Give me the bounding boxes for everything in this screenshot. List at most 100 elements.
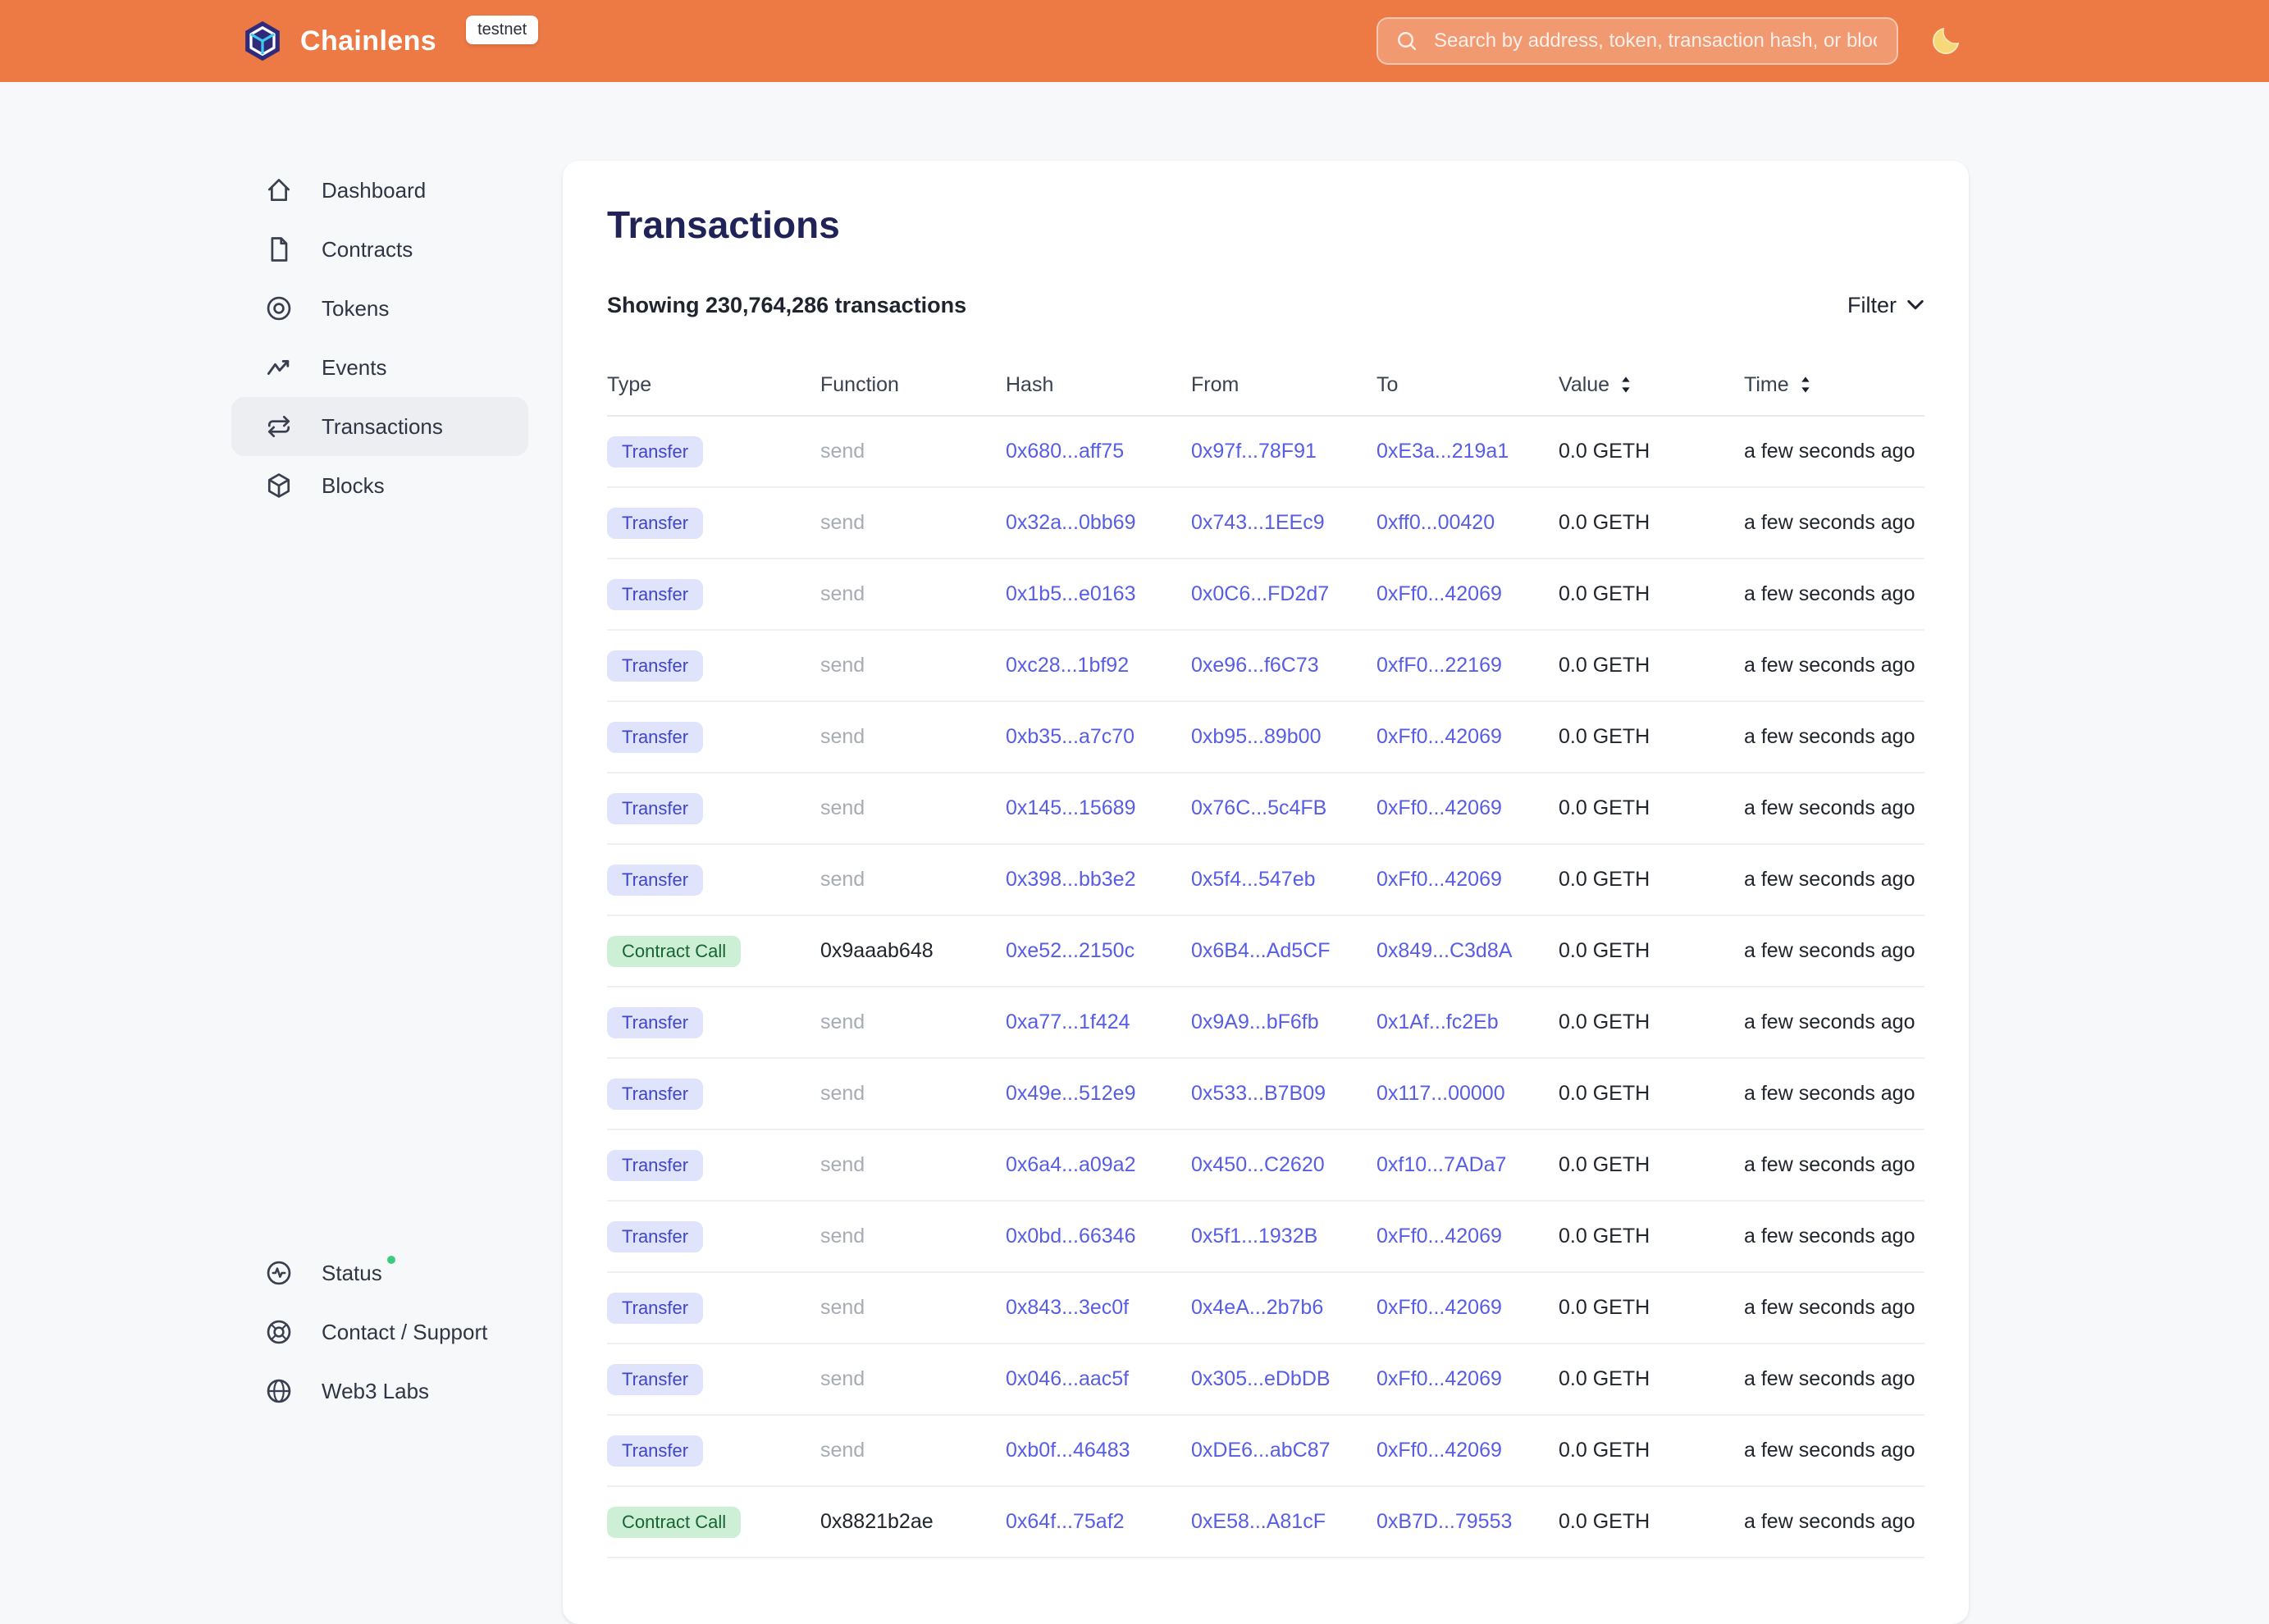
table-row: Transfersend0xb0f...464830xDE6...abC870x… bbox=[607, 1416, 1924, 1487]
type-badge: Transfer bbox=[607, 1364, 703, 1395]
value-cell: 0.0 GETH bbox=[1559, 796, 1744, 820]
value-cell: 0.0 GETH bbox=[1559, 1225, 1744, 1248]
hash-link[interactable]: 0x0bd...66346 bbox=[1006, 1225, 1135, 1248]
sidebar-item-label: Contact / Support bbox=[322, 1320, 487, 1345]
table-row: Contract Call0x9aaab6480xe52...2150c0x6B… bbox=[607, 916, 1924, 988]
from-link[interactable]: 0x0C6...FD2d7 bbox=[1191, 582, 1329, 605]
function-cell: 0x8821b2ae bbox=[820, 1510, 1006, 1534]
type-badge: Transfer bbox=[607, 1435, 703, 1467]
support-icon bbox=[264, 1317, 294, 1347]
from-link[interactable]: 0x450...C2620 bbox=[1191, 1153, 1325, 1176]
hash-link[interactable]: 0xa77...1f424 bbox=[1006, 1010, 1130, 1033]
from-link[interactable]: 0x5f1...1932B bbox=[1191, 1225, 1317, 1248]
to-link[interactable]: 0xFf0...42069 bbox=[1376, 1367, 1502, 1390]
function-cell: send bbox=[820, 440, 1006, 463]
from-link[interactable]: 0x743...1EEc9 bbox=[1191, 511, 1325, 534]
column-header-label: From bbox=[1191, 373, 1239, 397]
from-link[interactable]: 0x6B4...Ad5CF bbox=[1191, 939, 1331, 962]
sidebar-item-label: Events bbox=[322, 355, 387, 381]
sidebar-item-status[interactable]: Status bbox=[231, 1243, 528, 1302]
from-link[interactable]: 0x76C...5c4FB bbox=[1191, 796, 1326, 819]
from-link[interactable]: 0xe96...f6C73 bbox=[1191, 654, 1319, 677]
from-link[interactable]: 0x533...B7B09 bbox=[1191, 1082, 1326, 1105]
hash-link[interactable]: 0xb35...a7c70 bbox=[1006, 725, 1134, 748]
hash-link[interactable]: 0x398...bb3e2 bbox=[1006, 868, 1135, 891]
hash-link[interactable]: 0x843...3ec0f bbox=[1006, 1296, 1129, 1319]
transactions-icon bbox=[264, 412, 294, 441]
column-header-value[interactable]: Value bbox=[1559, 373, 1744, 397]
from-link[interactable]: 0xDE6...abC87 bbox=[1191, 1439, 1331, 1462]
sidebar-item-tokens[interactable]: Tokens bbox=[231, 279, 528, 338]
sidebar-item-events[interactable]: Events bbox=[231, 338, 528, 397]
to-link[interactable]: 0xFf0...42069 bbox=[1376, 1439, 1502, 1462]
function-cell: send bbox=[820, 654, 1006, 677]
sidebar-item-web3-labs[interactable]: Web3 Labs bbox=[231, 1362, 528, 1421]
time-cell: a few seconds ago bbox=[1744, 868, 1924, 892]
value-cell: 0.0 GETH bbox=[1559, 868, 1744, 892]
sort-icon bbox=[1618, 375, 1634, 395]
brand[interactable]: Chainlens testnet bbox=[240, 18, 538, 64]
from-link[interactable]: 0x9A9...bF6fb bbox=[1191, 1010, 1319, 1033]
theme-toggle-button[interactable] bbox=[1924, 20, 1967, 62]
search-input[interactable] bbox=[1431, 28, 1880, 54]
function-cell: send bbox=[820, 1082, 1006, 1106]
column-header-label: Time bbox=[1744, 373, 1789, 397]
hash-link[interactable]: 0xc28...1bf92 bbox=[1006, 654, 1129, 677]
table-row: Transfersend0x843...3ec0f0x4eA...2b7b60x… bbox=[607, 1273, 1924, 1344]
hash-link[interactable]: 0x64f...75af2 bbox=[1006, 1510, 1125, 1533]
function-cell: send bbox=[820, 868, 1006, 892]
hash-link[interactable]: 0x046...aac5f bbox=[1006, 1367, 1129, 1390]
to-link[interactable]: 0xFf0...42069 bbox=[1376, 796, 1502, 819]
sidebar-item-blocks[interactable]: Blocks bbox=[231, 456, 528, 515]
hash-link[interactable]: 0xe52...2150c bbox=[1006, 939, 1134, 962]
to-link[interactable]: 0x117...00000 bbox=[1376, 1082, 1505, 1105]
to-link[interactable]: 0xFf0...42069 bbox=[1376, 1296, 1502, 1319]
type-badge: Transfer bbox=[607, 1079, 703, 1110]
to-link[interactable]: 0xE3a...219a1 bbox=[1376, 440, 1509, 463]
search-bar[interactable] bbox=[1376, 17, 1898, 65]
from-link[interactable]: 0x305...eDbDB bbox=[1191, 1367, 1331, 1390]
to-link[interactable]: 0x1Af...fc2Eb bbox=[1376, 1010, 1499, 1033]
from-link[interactable]: 0xE58...A81cF bbox=[1191, 1510, 1326, 1533]
to-link[interactable]: 0xfF0...22169 bbox=[1376, 654, 1502, 677]
to-link[interactable]: 0x849...C3d8A bbox=[1376, 939, 1512, 962]
sidebar-item-contact-support[interactable]: Contact / Support bbox=[231, 1302, 528, 1362]
table-row: Transfersend0x680...aff750x97f...78F910x… bbox=[607, 417, 1924, 488]
sidebar-item-contracts[interactable]: Contracts bbox=[231, 220, 528, 279]
to-link[interactable]: 0xFf0...42069 bbox=[1376, 725, 1502, 748]
hash-link[interactable]: 0xb0f...46483 bbox=[1006, 1439, 1130, 1462]
hash-link[interactable]: 0x1b5...e0163 bbox=[1006, 582, 1135, 605]
sidebar: DashboardContracts Tokens Events Transactio… bbox=[231, 82, 528, 1576]
sidebar-item-label: Tokens bbox=[322, 296, 389, 322]
contract-icon bbox=[264, 235, 294, 264]
hash-link[interactable]: 0x32a...0bb69 bbox=[1006, 511, 1135, 534]
hash-link[interactable]: 0x49e...512e9 bbox=[1006, 1082, 1135, 1105]
from-link[interactable]: 0x5f4...547eb bbox=[1191, 868, 1316, 891]
hash-link[interactable]: 0x680...aff75 bbox=[1006, 440, 1124, 463]
table-row: Transfersend0x1b5...e01630x0C6...FD2d70x… bbox=[607, 559, 1924, 631]
moon-icon bbox=[1928, 23, 1964, 59]
time-cell: a few seconds ago bbox=[1744, 1010, 1924, 1034]
hash-link[interactable]: 0x145...15689 bbox=[1006, 796, 1135, 819]
column-header-time[interactable]: Time bbox=[1744, 373, 1924, 397]
time-cell: a few seconds ago bbox=[1744, 796, 1924, 820]
to-link[interactable]: 0xff0...00420 bbox=[1376, 511, 1495, 534]
to-link[interactable]: 0xB7D...79553 bbox=[1376, 1510, 1512, 1533]
type-badge: Transfer bbox=[607, 722, 703, 753]
filter-button[interactable]: Filter bbox=[1847, 293, 1924, 318]
from-link[interactable]: 0xb95...89b00 bbox=[1191, 725, 1321, 748]
sidebar-item-transactions[interactable]: Transactions bbox=[231, 397, 528, 456]
chevron-down-icon bbox=[1906, 299, 1924, 312]
function-cell: send bbox=[820, 1225, 1006, 1248]
to-link[interactable]: 0xFf0...42069 bbox=[1376, 582, 1502, 605]
hash-link[interactable]: 0x6a4...a09a2 bbox=[1006, 1153, 1135, 1176]
from-link[interactable]: 0x4eA...2b7b6 bbox=[1191, 1296, 1323, 1319]
to-link[interactable]: 0xf10...7ADa7 bbox=[1376, 1153, 1506, 1176]
to-link[interactable]: 0xFf0...42069 bbox=[1376, 1225, 1502, 1248]
from-link[interactable]: 0x97f...78F91 bbox=[1191, 440, 1317, 463]
transactions-card: Transactions Showing 230,764,286 transac… bbox=[563, 161, 1969, 1624]
value-cell: 0.0 GETH bbox=[1559, 654, 1744, 677]
sidebar-item-dashboard[interactable]: Dashboard bbox=[231, 161, 528, 220]
to-link[interactable]: 0xFf0...42069 bbox=[1376, 868, 1502, 891]
column-header-label: Hash bbox=[1006, 373, 1053, 397]
